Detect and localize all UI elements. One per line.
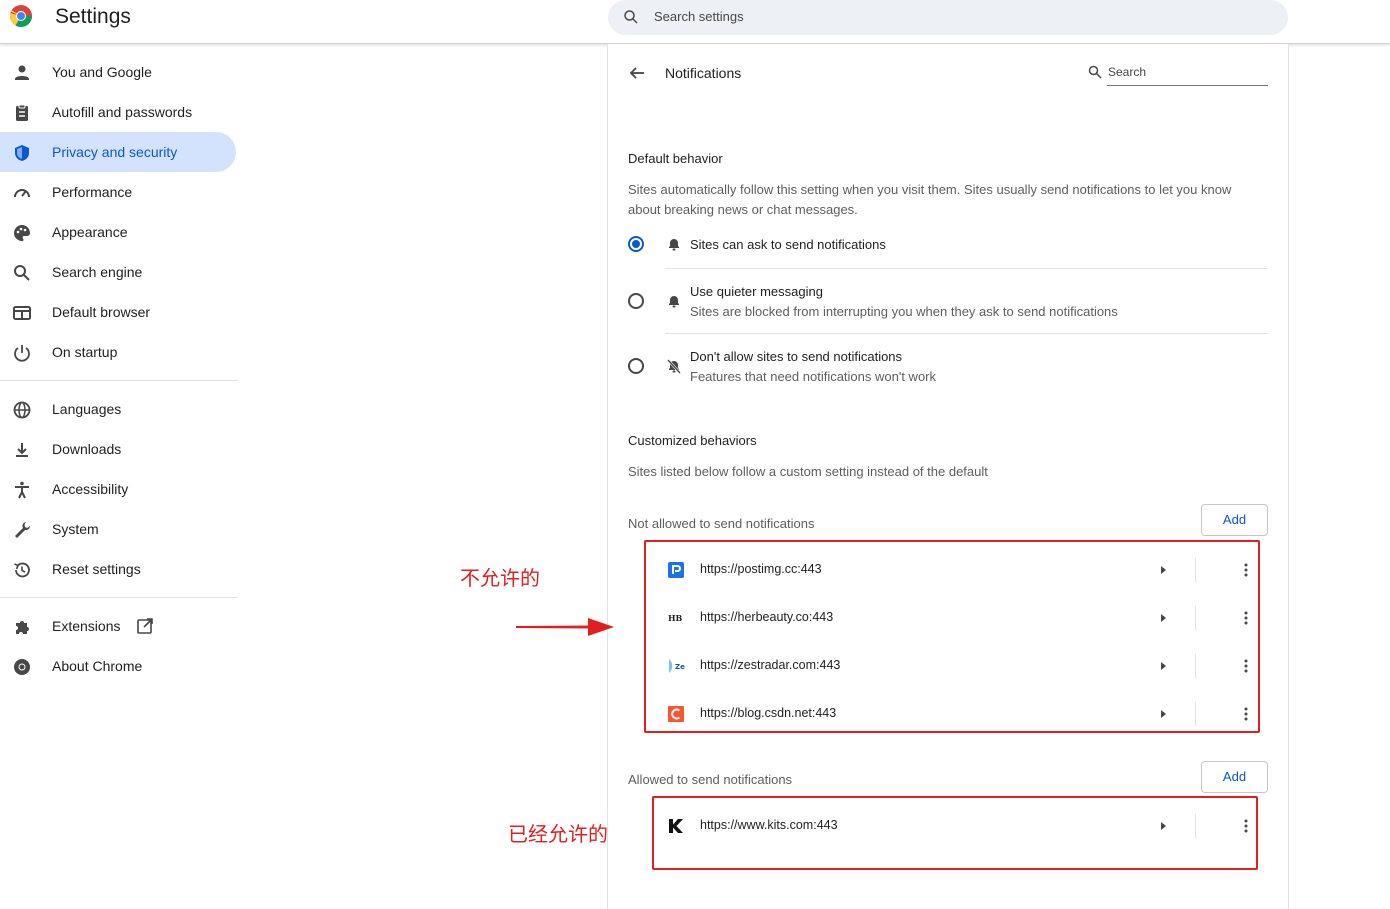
- not-allowed-highlight-box: [644, 540, 1260, 733]
- default-behavior-heading: Default behavior: [628, 151, 723, 166]
- search-icon: [624, 10, 638, 24]
- sidebar-item-label: Appearance: [52, 224, 128, 240]
- panel-search-underline: [1107, 85, 1268, 86]
- browser-icon: [13, 306, 31, 320]
- bell-icon: [669, 296, 679, 308]
- notifications-panel: Notifications Search Default behavior Si…: [607, 44, 1289, 909]
- sidebar-item-downloads[interactable]: Downloads: [0, 429, 236, 469]
- search-icon: [14, 265, 30, 281]
- sidebar-item-appearance[interactable]: Appearance: [0, 212, 236, 252]
- radio-button[interactable]: [628, 358, 644, 374]
- sidebar-item-reset[interactable]: Reset settings: [0, 549, 236, 589]
- sidebar-item-label: Default browser: [52, 304, 151, 320]
- panel-search-label: Search: [1108, 65, 1147, 79]
- gauge-icon: [14, 189, 30, 198]
- allowed-label: Allowed to send notifications: [628, 772, 793, 787]
- sidebar-item-label: You and Google: [52, 64, 152, 80]
- option-divider: [665, 333, 1268, 334]
- radio-label: Sites can ask to send notifications: [690, 237, 886, 252]
- clipboard-icon: [16, 104, 28, 121]
- sidebar-item-privacy[interactable]: Privacy and security: [0, 132, 236, 172]
- sidebar-divider: [0, 380, 238, 381]
- default-behavior-description: Sites automatically follow this setting …: [628, 182, 1232, 217]
- sidebar-item-label: Autofill and passwords: [52, 104, 193, 120]
- wrench-icon: [15, 522, 31, 538]
- add-allowed-button[interactable]: Add: [1201, 761, 1268, 793]
- annotation-arrow-icon: [516, 618, 614, 636]
- allowed-highlight-box: [652, 796, 1258, 870]
- not-allowed-label: Not allowed to send notifications: [628, 516, 815, 531]
- sidebar-item-accessibility[interactable]: Accessibility: [0, 469, 236, 509]
- sidebar-item-system[interactable]: System: [0, 509, 236, 549]
- radio-label: Don't allow sites to send notifications: [690, 349, 903, 364]
- sidebar-item-extensions[interactable]: Extensions: [0, 606, 236, 646]
- back-arrow-icon[interactable]: [628, 64, 646, 82]
- panel-search-input[interactable]: Search: [1088, 62, 1268, 86]
- sidebar-item-label: On startup: [52, 344, 118, 360]
- sidebar-item-label: Privacy and security: [52, 144, 178, 160]
- sidebar-item-languages[interactable]: Languages: [0, 389, 236, 429]
- sidebar-item-label: Accessibility: [52, 481, 129, 497]
- allowed-annotation: 已经允许的: [508, 822, 608, 846]
- sidebar-item-autofill[interactable]: Autofill and passwords: [0, 92, 236, 132]
- person-icon: [15, 65, 29, 80]
- sidebar-item-label: Performance: [52, 184, 133, 200]
- bell-icon: [669, 239, 679, 251]
- sidebar-item-label: Downloads: [52, 441, 122, 457]
- customized-behaviors-heading: Customized behaviors: [628, 433, 757, 448]
- palette-icon: [14, 225, 30, 241]
- sidebar-item-you-and-google[interactable]: You and Google: [0, 52, 236, 92]
- sidebar-item-on-startup[interactable]: On startup: [0, 332, 236, 372]
- sidebar-item-label: Extensions: [52, 618, 121, 634]
- radio-label: Use quieter messaging: [690, 284, 823, 299]
- sidebar-item-label: Reset settings: [52, 561, 141, 577]
- bell-off-icon: [667, 359, 681, 374]
- sidebar-item-label: About Chrome: [52, 658, 143, 674]
- sidebar-item-label: Languages: [52, 401, 122, 417]
- sidebar-item-performance[interactable]: Performance: [0, 172, 236, 212]
- sidebar: You and Google Autofill and passwords Pr…: [0, 52, 240, 686]
- sidebar-item-default-browser[interactable]: Default browser: [0, 292, 236, 332]
- app-title: Settings: [55, 5, 131, 28]
- top-bar: Settings Search settings: [0, 0, 1390, 44]
- accessibility-icon: [15, 481, 29, 499]
- radio-button[interactable]: [628, 293, 644, 309]
- radio-sublabel: Sites are blocked from interrupting you …: [690, 304, 1118, 319]
- radio-sublabel: Features that need notifications won't w…: [690, 369, 937, 384]
- sidebar-divider: [0, 597, 238, 598]
- puzzle-icon: [16, 621, 29, 634]
- add-not-allowed-button[interactable]: Add: [1201, 504, 1268, 536]
- search-placeholder: Search settings: [654, 9, 744, 24]
- sidebar-item-label: Search engine: [52, 264, 143, 280]
- shield-icon: [15, 145, 29, 161]
- open-in-new-icon: [137, 618, 153, 634]
- sidebar-item-about-chrome[interactable]: About Chrome: [0, 646, 236, 686]
- sidebar-item-label: System: [52, 521, 99, 537]
- power-icon: [14, 345, 30, 362]
- sidebar-item-search-engine[interactable]: Search engine: [0, 252, 236, 292]
- globe-icon: [13, 401, 31, 419]
- chrome-logo-icon: [10, 5, 32, 27]
- search-settings-input[interactable]: Search settings: [608, 0, 1288, 35]
- radio-button[interactable]: [628, 236, 644, 252]
- customized-behaviors-description: Sites listed below follow a custom setti…: [628, 464, 988, 479]
- chrome-icon: [14, 659, 30, 675]
- history-icon: [14, 562, 30, 578]
- search-icon: [1088, 65, 1102, 79]
- download-icon: [16, 443, 28, 457]
- page-title: Notifications: [665, 65, 742, 81]
- not-allowed-annotation: 不允许的: [460, 566, 540, 590]
- option-divider: [665, 268, 1268, 269]
